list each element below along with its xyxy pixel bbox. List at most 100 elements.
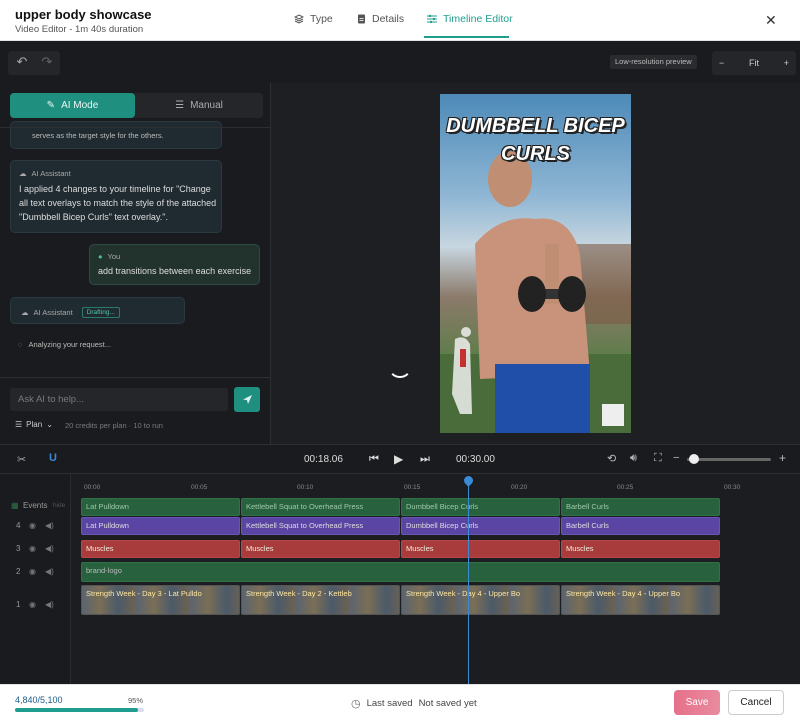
eye-icon[interactable]: ◉ — [29, 544, 36, 553]
loop-icon[interactable]: ⟲ — [607, 452, 616, 465]
save-button[interactable]: Save — [674, 690, 720, 715]
text-clip-label: Barbell Curls — [566, 521, 609, 530]
send-button[interactable] — [234, 387, 260, 412]
video-overlay-title: DUMBBELL BICEP CURLS — [440, 112, 631, 168]
user-icon: ● — [98, 252, 103, 261]
project-subtitle: Video Editor - 1m 40s duration — [15, 24, 144, 35]
ruler-tick: 00:20 — [511, 484, 528, 491]
timeline-zoom-out-button[interactable]: − — [673, 452, 679, 464]
slider-handle[interactable] — [688, 454, 699, 464]
eye-icon[interactable]: ◉ — [29, 600, 36, 609]
zoom-out-button[interactable]: − — [719, 58, 724, 68]
speaker-icon[interactable]: ◀) — [45, 600, 54, 609]
overlay-clip[interactable]: Muscles — [401, 540, 560, 558]
track-label: 4 — [16, 521, 21, 530]
chat-message-text: add transitions between each exercise — [98, 266, 252, 276]
credits-note: 20 credits per plan · 10 to run — [65, 421, 163, 430]
overlay-clip[interactable]: Muscles — [561, 540, 720, 558]
redo-icon[interactable]: ↷ — [36, 51, 58, 73]
play-icon[interactable]: ▶ — [394, 452, 403, 466]
event-clip[interactable]: Dumbbell Bicep Curls — [401, 498, 560, 516]
video-clip[interactable]: Strength Week - Day 4 - Upper Bo — [561, 585, 720, 615]
tab-details-label: Details — [372, 13, 405, 25]
cloud-icon: ☁ — [21, 308, 29, 317]
credits-progress-fill — [15, 708, 138, 712]
eye-icon[interactable]: ◉ — [29, 521, 36, 530]
credits-usage-percent: 95% — [128, 696, 144, 705]
scissors-icon[interactable]: ✂ — [17, 453, 26, 466]
chat-message-user: ● You add transitions between each exerc… — [89, 244, 260, 285]
author-name: AI Assistant — [31, 169, 71, 178]
text-clip[interactable]: Lat Pulldown — [81, 517, 240, 535]
overlay-clip[interactable]: Muscles — [81, 540, 240, 558]
skip-back-icon[interactable]: ⏮ — [369, 453, 379, 466]
ai-mode-button[interactable]: ✎ AI Mode — [10, 93, 135, 118]
eye-icon[interactable]: ◉ — [29, 567, 36, 576]
divider — [0, 127, 271, 128]
current-time: 00:18.06 — [304, 454, 343, 465]
zoom-value[interactable]: Fit — [749, 58, 759, 68]
text-clip[interactable]: Barbell Curls — [561, 517, 720, 535]
manual-mode-label: Manual — [190, 100, 223, 111]
timeline-zoom-in-button[interactable]: + — [779, 451, 786, 465]
video-clip[interactable]: Strength Week - Day 3 - Lat Pulldo — [81, 585, 240, 615]
analyzing-text: Analyzing your request... — [28, 340, 112, 349]
overlay-clip-label: Muscles — [566, 544, 594, 553]
logo-clip-label: brand-logo — [86, 566, 122, 575]
active-tab-indicator — [424, 36, 509, 38]
sliders-icon — [427, 14, 437, 24]
magnet-icon[interactable]: U — [49, 452, 57, 464]
video-clip-label: Strength Week - Day 3 - Lat Pulldo — [86, 589, 202, 598]
tab-type[interactable]: Type — [294, 13, 333, 25]
cancel-button[interactable]: Cancel — [728, 690, 784, 715]
ai-mode-label: AI Mode — [61, 100, 99, 111]
divider — [0, 377, 271, 378]
video-clip[interactable]: Strength Week - Day 4 - Upper Bo — [401, 585, 560, 615]
ruler-tick: 00:00 — [84, 484, 101, 491]
plan-dropdown[interactable]: ☰ Plan ⌄ — [15, 420, 53, 429]
tab-timeline-editor[interactable]: Timeline Editor — [427, 13, 513, 25]
ruler-tick: 00:25 — [617, 484, 634, 491]
zoom-in-button[interactable]: + — [784, 58, 789, 68]
video-clip[interactable]: Strength Week - Day 2 - Kettleb — [241, 585, 400, 615]
video-clip-label: Strength Week - Day 2 - Kettleb — [246, 589, 352, 598]
drafting-badge: Drafting... — [81, 307, 120, 318]
event-clip[interactable]: Barbell Curls — [561, 498, 720, 516]
logo-clip[interactable]: brand-logo — [81, 562, 720, 582]
event-clip-label: Barbell Curls — [566, 502, 609, 511]
event-clip[interactable]: Lat Pulldown — [81, 498, 240, 516]
volume-icon[interactable]: 🔊︎ — [630, 452, 637, 465]
skip-forward-icon[interactable]: ⏭ — [420, 453, 430, 466]
ruler-tick: 00:05 — [191, 484, 208, 491]
list-icon: ☰ — [15, 420, 23, 429]
timeline-zoom-slider[interactable] — [687, 458, 771, 461]
text-clip[interactable]: Dumbbell Bicep Curls — [401, 517, 560, 535]
speaker-icon[interactable]: ◀) — [45, 544, 54, 553]
track-label: 2 — [16, 567, 21, 576]
preview-zoom-controls: − Fit + — [712, 51, 796, 75]
manual-mode-button[interactable]: ☰ Manual — [137, 93, 261, 118]
undo-icon[interactable]: ↶ — [11, 51, 33, 73]
overlay-clip[interactable]: Muscles — [241, 540, 400, 558]
close-icon[interactable]: ✕ — [765, 12, 777, 29]
text-clip[interactable]: Kettlebell Squat to Overhead Press — [241, 517, 400, 535]
event-clip[interactable]: Kettlebell Squat to Overhead Press — [241, 498, 400, 516]
overlay-title-line2: CURLS — [501, 143, 570, 165]
ai-prompt-input[interactable] — [10, 388, 228, 411]
ruler-tick: 00:10 — [297, 484, 314, 491]
chat-message-assistant-drafting: ☁ AI Assistant Drafting... — [10, 297, 185, 324]
hide-events-button[interactable]: hide — [53, 502, 65, 509]
save-status: ◷ Last saved Not saved yet — [351, 697, 477, 710]
author-name: You — [107, 252, 121, 261]
chat-message-partial: serves as the target style for the other… — [10, 121, 222, 149]
events-track-icon: ▦ — [11, 501, 19, 510]
chevron-down-icon: ⌄ — [46, 420, 53, 429]
playhead[interactable] — [468, 484, 469, 684]
speaker-icon[interactable]: ◀) — [45, 567, 54, 576]
total-time: 00:30.00 — [456, 454, 495, 465]
speaker-icon[interactable]: ◀) — [45, 521, 54, 530]
fullscreen-icon[interactable]: ⛶ — [654, 452, 662, 465]
save-status-value: Not saved yet — [418, 698, 477, 709]
tab-details[interactable]: Details — [357, 13, 404, 25]
tab-timeline-editor-label: Timeline Editor — [443, 13, 513, 25]
